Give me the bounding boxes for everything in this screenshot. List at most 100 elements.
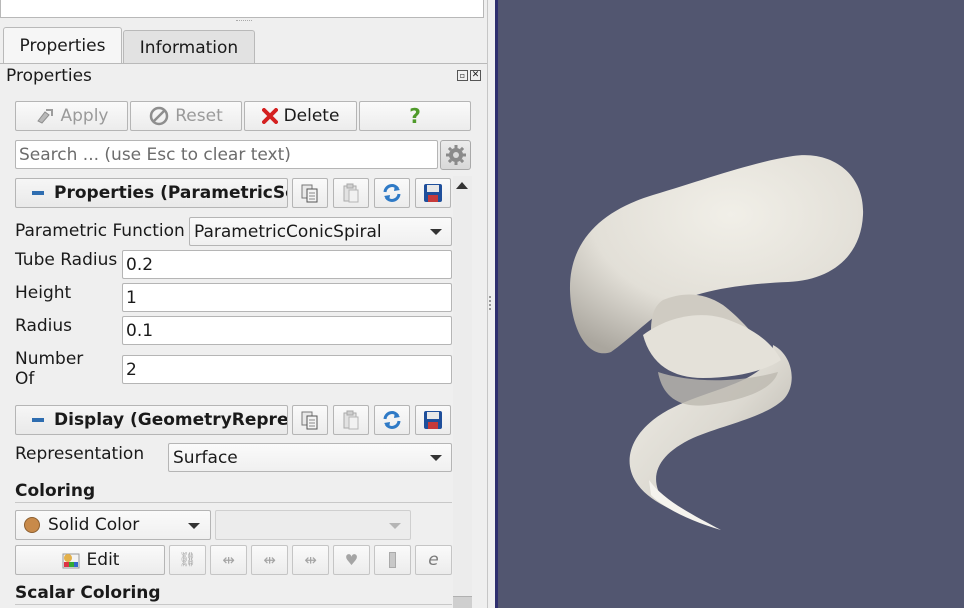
tab-bar-divider [0, 63, 487, 64]
search-input[interactable] [15, 140, 438, 169]
refresh-icon [383, 184, 401, 202]
properties-scrollbar[interactable] [453, 176, 472, 608]
float-panel-icon[interactable]: ▫ [457, 70, 468, 81]
parametric-function-select[interactable]: ParametricConicSpiral [189, 217, 452, 246]
save-icon [424, 184, 442, 202]
apply-label: Apply [60, 106, 109, 126]
close-panel-icon[interactable]: ✕ [470, 70, 481, 81]
number-of-label-line1: Number [15, 349, 84, 369]
panel-splitter[interactable] [236, 20, 252, 22]
apply-button[interactable]: Apply [15, 101, 128, 131]
height-value: 1 [126, 287, 137, 308]
paste-properties-button[interactable] [333, 178, 369, 208]
gear-icon [445, 145, 466, 165]
number-of-value: 2 [126, 359, 137, 380]
chevron-down-icon [389, 523, 401, 529]
edit-legend-icon: e [428, 550, 439, 570]
color-legend-icon [389, 552, 396, 568]
representation-label: Representation [15, 444, 145, 464]
panel-title: Properties [6, 66, 92, 86]
chevron-down-icon [430, 229, 442, 235]
reload-display-button[interactable] [374, 405, 410, 435]
tab-properties-label: Properties [19, 36, 106, 56]
radius-label: Radius [15, 316, 73, 336]
render-view[interactable] [495, 0, 964, 608]
color-mode-value: Solid Color [48, 515, 140, 535]
help-icon: ? [409, 104, 421, 128]
delete-label: Delete [283, 106, 340, 126]
rescale-custom-range-button[interactable]: ⇹ [251, 545, 288, 575]
number-of-field[interactable]: 2 [122, 355, 452, 384]
solid-color-swatch-icon [24, 517, 40, 533]
chevron-down-icon [188, 523, 200, 529]
rescale-data-range-button[interactable]: ⇹ [210, 545, 247, 575]
collapse-icon [32, 191, 44, 195]
save-properties-button[interactable] [415, 178, 451, 208]
representation-select[interactable]: Surface [168, 443, 452, 472]
radius-field[interactable]: 0.1 [122, 316, 452, 345]
parametric-function-value: ParametricConicSpiral [194, 221, 382, 242]
advanced-settings-button[interactable] [440, 140, 471, 170]
scrollbar-thumb[interactable] [453, 596, 472, 608]
separate-colormap-icon: ⛓ [178, 552, 197, 568]
color-mode-select[interactable]: Solid Color [15, 510, 211, 540]
reset-icon [150, 106, 169, 126]
splitter-handle[interactable] [489, 296, 491, 310]
choose-preset-button[interactable]: ♥ [333, 545, 370, 575]
copy-icon [301, 411, 318, 430]
conic-spiral-surface [569, 155, 864, 530]
tube-radius-label: Tube Radius [15, 250, 118, 270]
copy-properties-button[interactable] [292, 178, 328, 208]
height-label: Height [15, 283, 72, 303]
radius-value: 0.1 [126, 320, 154, 341]
delete-button[interactable]: Delete [244, 101, 357, 131]
edit-color-legend-button[interactable]: e [415, 545, 452, 575]
save-display-button[interactable] [415, 405, 451, 435]
rescale-temporal-range-button[interactable]: ⇹ [292, 545, 329, 575]
parametric-function-label: Parametric Function [15, 221, 185, 241]
copy-display-button[interactable] [292, 405, 328, 435]
tube-radius-value: 0.2 [126, 254, 154, 275]
coloring-heading: Coloring [15, 481, 96, 501]
scalar-coloring-heading: Scalar Coloring [15, 583, 161, 603]
pipeline-browser[interactable] [0, 0, 484, 18]
help-button[interactable]: ? [359, 101, 471, 131]
copy-icon [301, 184, 318, 203]
reset-label: Reset [175, 106, 223, 126]
paste-display-button[interactable] [333, 405, 369, 435]
paste-icon [343, 410, 359, 430]
tab-properties[interactable]: Properties [3, 27, 122, 64]
properties-section-header[interactable]: Properties (ParametricSource1) [15, 178, 288, 208]
height-field[interactable]: 1 [122, 283, 452, 312]
paste-icon [343, 183, 359, 203]
tube-radius-field[interactable]: 0.2 [122, 250, 452, 279]
scroll-up-icon[interactable] [456, 182, 468, 189]
rescale-icon: ⇹ [222, 551, 235, 569]
use-separate-colormap-button[interactable]: ⛓ [169, 545, 206, 575]
color-component-select[interactable] [215, 510, 411, 540]
tab-information[interactable]: Information [123, 30, 255, 64]
apply-icon [36, 109, 53, 124]
edit-colormap-icon [62, 553, 80, 569]
preset-icon: ♥ [344, 551, 359, 569]
edit-colormap-button[interactable]: Edit [15, 545, 165, 575]
toggle-color-legend-button[interactable] [374, 545, 411, 575]
refresh-icon [383, 411, 401, 429]
coloring-divider [15, 502, 452, 503]
number-of-label: Number Of [15, 349, 83, 389]
rescale-custom-icon: ⇹ [263, 551, 276, 569]
reset-button[interactable]: Reset [130, 101, 242, 131]
properties-section-title: Properties (ParametricSource1) [54, 183, 287, 203]
collapse-icon [32, 418, 44, 422]
rescale-temporal-icon: ⇹ [304, 551, 317, 569]
tab-information-label: Information [139, 37, 239, 58]
number-of-label-line2: Of [15, 369, 35, 389]
scalar-coloring-divider [15, 604, 452, 605]
representation-value: Surface [173, 447, 238, 468]
save-icon [424, 411, 442, 429]
display-section-header[interactable]: Display (GeometryRepresentation) [15, 405, 288, 435]
chevron-down-icon [430, 455, 442, 461]
edit-label: Edit [86, 550, 120, 570]
reload-properties-button[interactable] [374, 178, 410, 208]
delete-icon [261, 108, 278, 124]
